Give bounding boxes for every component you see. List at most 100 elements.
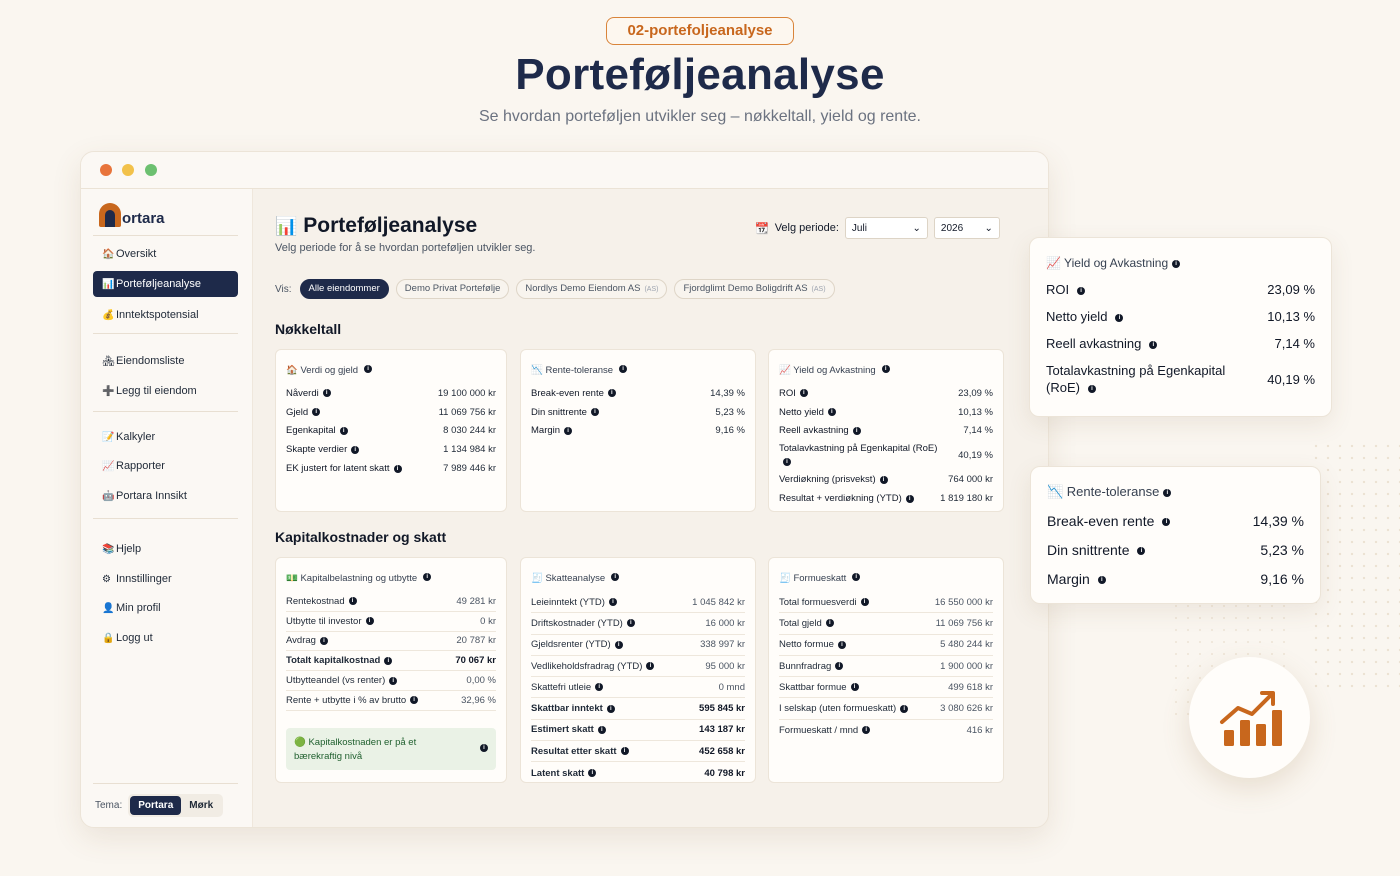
row-label-text: Gjeldsrenter (YTD) [531, 639, 611, 651]
theme-portara-button[interactable]: Portara [130, 796, 182, 815]
table-row: Bunnfradrag i 1 900 000 kr [779, 656, 993, 678]
sidebar-item-oversikt[interactable]: 🏠 Oversikt [93, 241, 238, 267]
float-value: 40,19 % [1267, 371, 1315, 387]
metric-value: 23,09 % [958, 387, 993, 399]
minimize-dot-icon[interactable] [122, 164, 134, 176]
year-select[interactable]: 2026 ⌄ [933, 217, 1000, 239]
sidebar-item-inntektspotensial[interactable]: 💰 Inntektspotensial [93, 302, 238, 328]
info-icon[interactable]: i [646, 662, 655, 671]
info-icon[interactable]: i [365, 617, 374, 626]
info-icon[interactable]: i [423, 572, 432, 581]
row-label-text: Latent skatt [531, 767, 585, 779]
info-icon[interactable]: i [850, 683, 859, 692]
info-icon[interactable]: i [1162, 517, 1171, 526]
info-icon[interactable]: i [312, 408, 321, 417]
info-icon[interactable]: i [905, 494, 914, 503]
row-value: 16 000 kr [705, 617, 745, 629]
house-icon: 🏠 [102, 249, 115, 260]
info-icon[interactable]: i [393, 464, 402, 473]
info-icon[interactable]: i [860, 598, 869, 607]
info-icon[interactable]: i [410, 696, 419, 705]
filter-chip[interactable]: Alle eiendommer [299, 279, 389, 299]
lock-icon: 🔒 [102, 633, 115, 644]
row-value: 5 480 244 kr [940, 639, 993, 651]
sidebar-item-portef-ljeanalyse[interactable]: 📊 Porteføljeanalyse [93, 271, 238, 297]
row-label-text: Estimert skatt [531, 724, 594, 736]
card-rente-toleranse: 📉 Rente-toleranse i Break-even rente i 14,39… [520, 349, 756, 512]
info-icon[interactable]: i [1115, 313, 1124, 322]
filter-chip[interactable]: Fjordglimt Demo Boligdrift AS (AS) [674, 279, 835, 299]
info-icon[interactable]: i [619, 364, 628, 373]
info-icon[interactable]: i [879, 475, 888, 484]
info-icon[interactable]: i [1097, 575, 1106, 584]
info-icon[interactable]: i [1172, 259, 1181, 268]
card-title: 🧾 Skatteanalyse [531, 573, 606, 584]
info-icon[interactable]: i [564, 426, 573, 435]
filter-label: Vis: [275, 283, 292, 295]
info-icon[interactable]: i [852, 572, 861, 581]
info-icon[interactable]: i [900, 704, 909, 713]
info-icon[interactable]: i [1087, 384, 1096, 393]
maximize-dot-icon[interactable] [145, 164, 157, 176]
month-select[interactable]: Juli ⌄ [844, 217, 928, 239]
info-icon[interactable]: i [837, 640, 846, 649]
info-icon[interactable]: i [783, 457, 791, 466]
growth-chart-badge [1189, 657, 1310, 778]
info-icon[interactable]: i [799, 389, 808, 398]
sidebar-item-innstillinger[interactable]: ⚙ Innstillinger [93, 566, 238, 592]
info-icon[interactable]: i [852, 426, 861, 435]
info-icon[interactable]: i [384, 656, 393, 665]
sidebar-item-rapporter[interactable]: 📈 Rapporter [93, 453, 238, 479]
info-icon[interactable]: i [322, 389, 331, 398]
sidebar-item-kalkyler[interactable]: 📝 Kalkyler [93, 424, 238, 450]
filter-chip[interactable]: Demo Privat Portefølje [395, 279, 510, 299]
info-icon[interactable]: i [319, 636, 328, 645]
info-icon[interactable]: i [1163, 488, 1172, 497]
info-icon[interactable]: i [595, 683, 604, 692]
info-icon[interactable]: i [1077, 286, 1086, 295]
sidebar-item-logg-ut[interactable]: 🔒 Logg ut [93, 625, 238, 651]
info-icon[interactable]: i [588, 769, 597, 777]
info-icon[interactable]: i [827, 408, 836, 417]
info-icon[interactable]: i [862, 726, 871, 735]
info-icon[interactable]: i [1137, 546, 1146, 555]
sidebar-item-min-profil[interactable]: 👤 Min profil [93, 595, 238, 621]
info-icon[interactable]: i [480, 744, 488, 752]
float-label-text: Margin [1047, 570, 1090, 587]
theme-dark-button[interactable]: Mørk [181, 796, 222, 815]
plus-icon: ➕ [102, 386, 115, 397]
info-icon[interactable]: i [614, 640, 623, 649]
gear-icon: ⚙ [102, 574, 111, 585]
sidebar-item-legg-til-eiendom[interactable]: ➕ Legg til eiendom [93, 378, 238, 404]
info-icon[interactable]: i [606, 704, 615, 713]
sidebar-item-eiendomsliste[interactable]: 🏘Eiendomsliste [93, 348, 238, 374]
info-icon[interactable]: i [590, 408, 599, 417]
info-icon[interactable]: i [339, 426, 348, 435]
info-icon[interactable]: i [881, 364, 890, 373]
info-icon[interactable]: i [351, 445, 360, 454]
sidebar-item-portara-innsikt[interactable]: 🤖 Portara Innsikt [93, 483, 238, 509]
info-icon[interactable]: i [348, 597, 357, 606]
row-value: 16 550 000 kr [934, 596, 993, 608]
row-label: Total formuesverdi i [779, 597, 869, 608]
info-icon[interactable]: i [835, 662, 844, 671]
app-window: ortara 🏠 Oversikt 📊 Porteføljeanalyse 💰 Innte… [80, 151, 1049, 828]
info-icon[interactable]: i [611, 572, 620, 581]
info-icon[interactable]: i [1149, 340, 1158, 349]
info-icon[interactable]: i [364, 364, 373, 373]
metric-label: Din snittrente i [531, 407, 599, 418]
info-icon[interactable]: i [597, 725, 606, 734]
houses-icon: 🏘 [102, 356, 115, 367]
info-icon[interactable]: i [626, 619, 635, 628]
sidebar-item-hjelp[interactable]: 📚 Hjelp [93, 536, 238, 562]
table-row: Skattefri utleie i 0 mnd [531, 677, 745, 699]
info-icon[interactable]: i [608, 598, 617, 607]
info-icon[interactable]: i [825, 619, 834, 628]
table-row: Latent skatt i 40 798 kr [531, 762, 745, 783]
logo[interactable]: ortara [99, 203, 165, 227]
close-dot-icon[interactable] [100, 164, 112, 176]
info-icon[interactable]: i [389, 676, 398, 685]
filter-chip[interactable]: Nordlys Demo Eiendom AS (AS) [516, 279, 668, 299]
info-icon[interactable]: i [607, 389, 616, 398]
info-icon[interactable]: i [620, 747, 629, 756]
